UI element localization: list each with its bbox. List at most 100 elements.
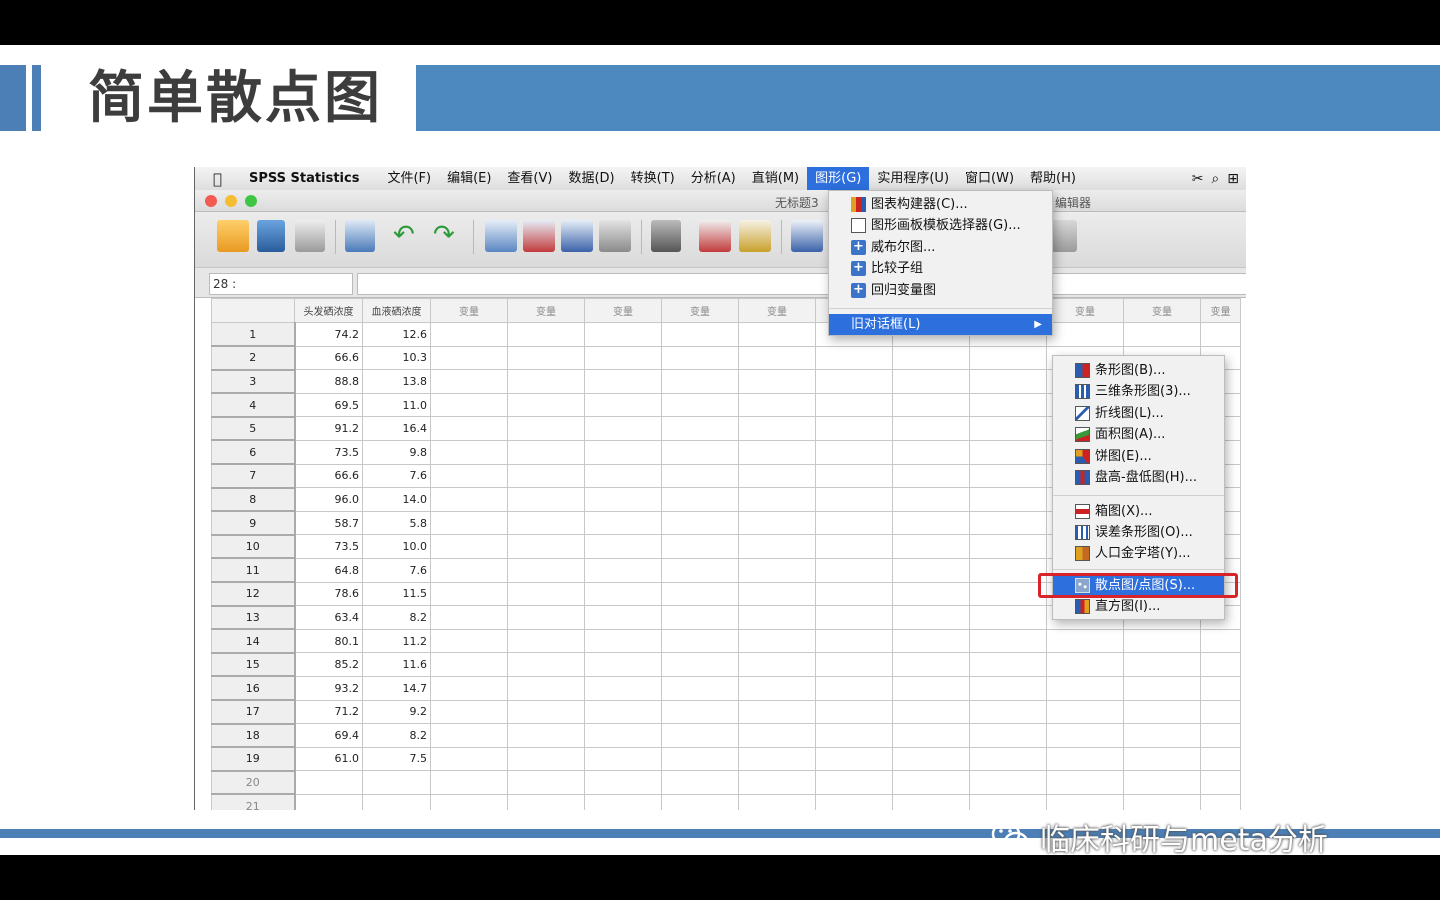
row-number[interactable]: 16	[211, 675, 296, 701]
empty-cell[interactable]	[584, 746, 662, 772]
column-header[interactable]: 变量	[738, 298, 816, 323]
empty-cell[interactable]	[969, 416, 1047, 441]
undo-icon[interactable]: ↶	[393, 220, 423, 252]
empty-cell[interactable]	[969, 439, 1047, 465]
blood-selenium-cell[interactable]: 7.6	[362, 463, 431, 489]
zoom-window-button[interactable]	[245, 195, 257, 207]
empty-cell[interactable]	[738, 652, 816, 677]
empty-cell[interactable]	[738, 487, 816, 512]
empty-cell[interactable]	[661, 322, 739, 347]
hair-selenium-cell[interactable]: 66.6	[294, 345, 363, 371]
empty-cell[interactable]	[430, 581, 508, 607]
column-header[interactable]: 变量	[1123, 298, 1201, 323]
split-file-icon[interactable]	[791, 220, 823, 252]
empty-cell[interactable]	[1046, 652, 1124, 677]
hair-selenium-cell[interactable]: 85.2	[294, 652, 363, 677]
print-icon[interactable]	[295, 220, 325, 252]
menu-data[interactable]: 数据(D)	[560, 167, 622, 190]
menu-analyze[interactable]: 分析(A)	[683, 167, 744, 190]
menu-transform[interactable]: 转换(T)	[623, 167, 683, 190]
save-icon[interactable]	[257, 220, 285, 252]
row-number[interactable]: 3	[211, 369, 296, 395]
empty-cell[interactable]	[507, 628, 585, 654]
empty-cell[interactable]	[892, 369, 970, 394]
empty-cell[interactable]	[584, 770, 662, 795]
empty-cell[interactable]	[430, 439, 508, 465]
empty-cell[interactable]	[430, 793, 508, 810]
row-number[interactable]: 13	[211, 605, 296, 631]
empty-cell[interactable]	[1123, 723, 1201, 748]
search-icon[interactable]: ⌕	[1211, 171, 1219, 187]
empty-cell[interactable]	[815, 699, 893, 725]
empty-cell[interactable]	[892, 628, 970, 654]
empty-cell[interactable]	[969, 723, 1047, 748]
empty-cell[interactable]	[969, 746, 1047, 772]
hair-selenium-cell[interactable]: 73.5	[294, 439, 363, 465]
empty-cell[interactable]	[430, 628, 508, 654]
empty-cell[interactable]	[969, 699, 1047, 725]
empty-cell[interactable]	[815, 557, 893, 583]
row-number[interactable]: 10	[211, 534, 296, 560]
empty-cell[interactable]	[815, 369, 893, 394]
empty-cell[interactable]	[738, 392, 816, 418]
row-number[interactable]: 8	[211, 487, 296, 513]
blood-selenium-cell[interactable]: 7.6	[362, 557, 431, 583]
empty-cell[interactable]	[430, 392, 508, 418]
row-number[interactable]: 4	[211, 392, 296, 418]
hair-selenium-cell[interactable]: 66.6	[294, 463, 363, 489]
hair-selenium-cell[interactable]: 63.4	[294, 605, 363, 630]
empty-cell[interactable]	[892, 439, 970, 465]
empty-cell[interactable]	[507, 392, 585, 418]
empty-cell[interactable]	[969, 534, 1047, 559]
goto-case-icon[interactable]	[485, 220, 517, 252]
empty-cell[interactable]	[661, 699, 739, 725]
menu-edit[interactable]: 编辑(E)	[439, 167, 499, 190]
empty-cell[interactable]	[738, 463, 816, 489]
empty-cell[interactable]	[815, 723, 893, 748]
empty-cell[interactable]	[892, 699, 970, 725]
empty-cell[interactable]	[738, 793, 816, 810]
menu-utilities[interactable]: 实用程序(U)	[869, 167, 957, 190]
empty-cell[interactable]	[430, 605, 508, 630]
empty-cell[interactable]	[815, 652, 893, 677]
empty-cell[interactable]	[892, 675, 970, 701]
empty-cell[interactable]	[1200, 652, 1241, 677]
insert-variable-icon[interactable]	[739, 220, 771, 252]
empty-cell[interactable]	[584, 463, 662, 489]
hair-selenium-cell[interactable]: 93.2	[294, 675, 363, 701]
empty-cell[interactable]	[1046, 746, 1124, 772]
empty-cell[interactable]	[1123, 699, 1201, 725]
column-header[interactable]: 变量	[507, 298, 585, 323]
empty-cell[interactable]	[507, 770, 585, 795]
empty-cell[interactable]	[815, 439, 893, 465]
blood-selenium-cell[interactable]	[362, 793, 431, 810]
empty-cell[interactable]	[815, 581, 893, 607]
empty-cell[interactable]	[969, 510, 1047, 536]
menu-item-chart-builder[interactable]: 图表构建器(C)...	[829, 194, 1052, 215]
menu-item-pie[interactable]: 饼图(E)...	[1053, 446, 1224, 467]
empty-cell[interactable]	[661, 392, 739, 418]
empty-cell[interactable]	[815, 675, 893, 701]
blood-selenium-cell[interactable]: 5.8	[362, 510, 431, 536]
blood-selenium-cell[interactable]: 11.0	[362, 392, 431, 418]
empty-cell[interactable]	[892, 510, 970, 536]
empty-cell[interactable]	[661, 793, 739, 810]
row-number[interactable]: 14	[211, 628, 296, 654]
empty-cell[interactable]	[661, 487, 739, 512]
empty-cell[interactable]	[661, 581, 739, 607]
empty-cell[interactable]	[738, 416, 816, 441]
empty-cell[interactable]	[584, 416, 662, 441]
empty-cell[interactable]	[430, 510, 508, 536]
menu-file[interactable]: 文件(F)	[379, 167, 439, 190]
empty-cell[interactable]	[584, 605, 662, 630]
empty-cell[interactable]	[661, 345, 739, 371]
empty-cell[interactable]	[507, 746, 585, 772]
empty-cell[interactable]	[969, 463, 1047, 489]
empty-cell[interactable]	[1200, 628, 1241, 654]
hair-selenium-cell[interactable]: 80.1	[294, 628, 363, 654]
apple-icon[interactable]: 	[213, 170, 233, 188]
row-number[interactable]: 7	[211, 463, 296, 489]
menu-item-line[interactable]: 折线图(L)...	[1053, 403, 1224, 424]
empty-cell[interactable]	[584, 628, 662, 654]
empty-cell[interactable]	[430, 746, 508, 772]
